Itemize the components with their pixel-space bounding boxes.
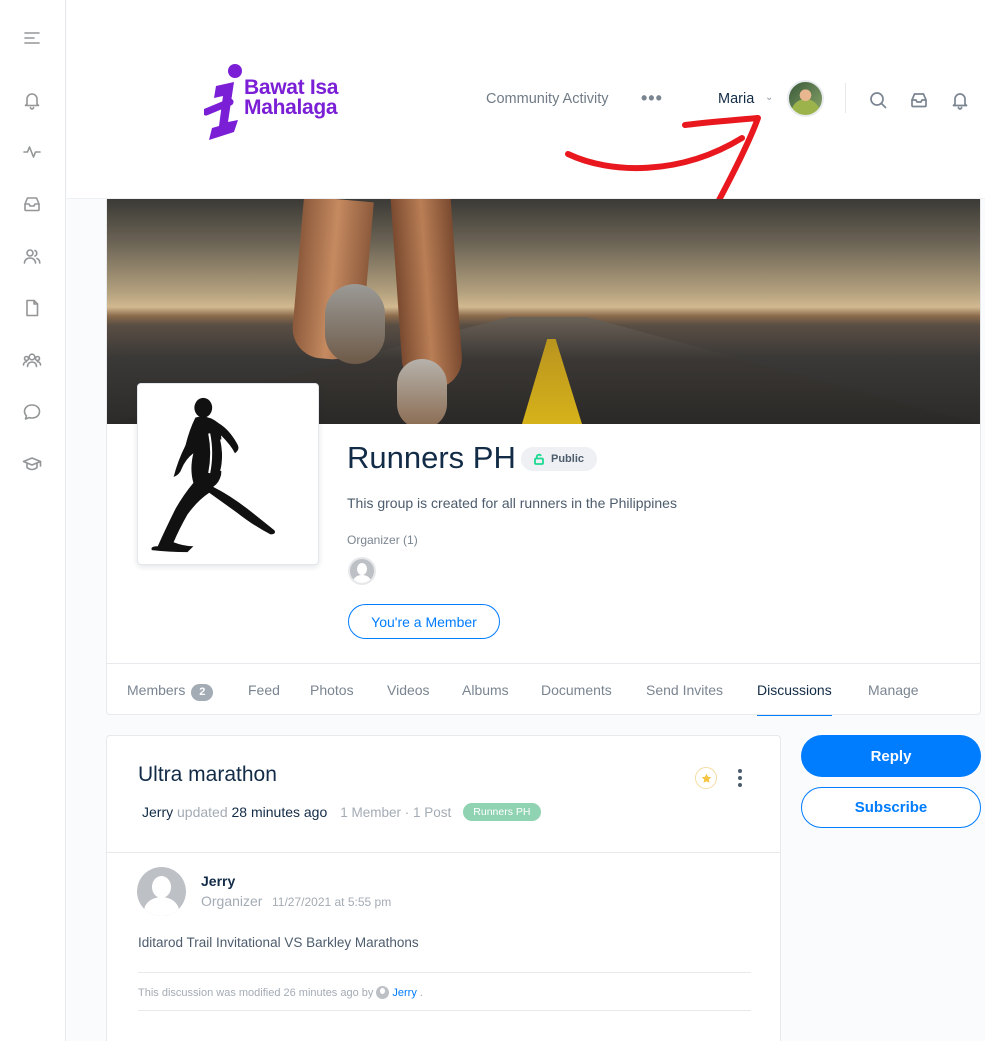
site-header: Bawat Isa Mahalaga Community Activity ••…: [67, 0, 985, 199]
modified-by-avatar: [376, 986, 390, 999]
discussion-options-icon[interactable]: [734, 767, 746, 789]
logo-text: Bawat Isa Mahalaga: [244, 76, 339, 119]
header-bell-icon[interactable]: [949, 89, 971, 111]
users-icon[interactable]: [21, 245, 43, 267]
post-body: Iditarod Trail Invitational VS Barkley M…: [138, 935, 419, 950]
menu-icon[interactable]: [21, 27, 43, 49]
divider: [138, 972, 751, 973]
post-author-role: Organizer: [201, 893, 263, 909]
post-author-avatar[interactable]: [137, 867, 186, 916]
group-tabs: Members 2 Feed Photos Videos Albums Docum…: [107, 663, 980, 716]
favorite-star-icon[interactable]: [695, 767, 717, 789]
discussion-meta: Jerry updated 28 minutes ago 1 Member · …: [142, 803, 541, 821]
divider: [107, 852, 780, 853]
logo-line-2: Mahalaga: [244, 96, 338, 119]
logo-mark-icon: [204, 64, 242, 140]
groups-icon[interactable]: [21, 349, 43, 371]
file-icon[interactable]: [21, 297, 43, 319]
user-avatar[interactable]: [787, 80, 824, 117]
modified-suffix: .: [419, 986, 423, 999]
discussion-card: Ultra marathon Jerry updated 28 minutes …: [106, 735, 781, 1041]
inbox-icon[interactable]: [21, 193, 43, 215]
updated-text: updated: [177, 804, 228, 820]
tab-manage[interactable]: Manage: [868, 682, 919, 698]
activity-icon[interactable]: [21, 141, 43, 163]
chevron-down-icon[interactable]: ⌄: [765, 92, 773, 103]
organizer-avatar[interactable]: [348, 557, 376, 585]
privacy-badge: Public: [521, 447, 598, 471]
tab-photos[interactable]: Photos: [310, 682, 354, 698]
modified-note: This discussion was modified 26 minutes …: [138, 986, 423, 999]
annotation-arrow-icon: [565, 115, 761, 205]
logo-line-1: Bawat Isa: [244, 76, 339, 99]
site-logo[interactable]: Bawat Isa Mahalaga: [204, 62, 364, 142]
lock-open-icon: [534, 453, 544, 465]
tab-albums[interactable]: Albums: [462, 682, 509, 698]
runner-icon: [151, 397, 275, 553]
chat-icon[interactable]: [21, 401, 43, 423]
graduation-cap-icon[interactable]: [21, 453, 43, 475]
tab-send-invites[interactable]: Send Invites: [646, 682, 723, 698]
discussion-title: Ultra marathon: [138, 763, 277, 786]
nav-community-activity[interactable]: Community Activity: [486, 91, 608, 107]
members-count-badge: 2: [191, 684, 214, 701]
group-avatar[interactable]: [137, 383, 319, 565]
tab-members[interactable]: Members 2: [127, 682, 214, 701]
tab-discussions[interactable]: Discussions: [757, 682, 832, 716]
modified-by-link[interactable]: Jerry: [392, 987, 416, 999]
discussion-stats: 1 Member · 1 Post: [340, 804, 452, 820]
tab-feed[interactable]: Feed: [248, 682, 280, 698]
divider: [138, 1010, 751, 1011]
updated-ago: 28 minutes ago: [231, 804, 328, 820]
organizer-label: Organizer (1): [347, 533, 418, 547]
group-title: Runners PH: [347, 440, 516, 475]
post-timestamp: 11/27/2021 at 5:55 pm: [272, 895, 392, 909]
modified-prefix: This discussion was modified 26 minutes …: [138, 986, 374, 999]
discussion-author[interactable]: Jerry: [142, 804, 173, 820]
header-divider: [845, 83, 846, 113]
membership-button[interactable]: You're a Member: [348, 604, 500, 639]
bell-icon[interactable]: [21, 89, 43, 111]
group-tag[interactable]: Runners PH: [463, 803, 541, 821]
reply-button[interactable]: Reply: [801, 735, 981, 777]
subscribe-button[interactable]: Subscribe: [801, 787, 981, 828]
left-sidebar: [0, 0, 66, 1041]
tab-videos[interactable]: Videos: [387, 682, 430, 698]
group-description: This group is created for all runners in…: [347, 495, 677, 511]
post-author-name[interactable]: Jerry: [201, 873, 235, 889]
tab-documents[interactable]: Documents: [541, 682, 612, 698]
more-menu-icon[interactable]: •••: [641, 88, 663, 109]
header-inbox-icon[interactable]: [908, 89, 930, 111]
group-header-card: Runners PH Public This group is created …: [106, 199, 981, 716]
search-icon[interactable]: [867, 89, 889, 111]
privacy-label: Public: [551, 453, 585, 465]
user-menu-name[interactable]: Maria: [718, 91, 754, 107]
tab-members-label: Members: [127, 682, 186, 698]
